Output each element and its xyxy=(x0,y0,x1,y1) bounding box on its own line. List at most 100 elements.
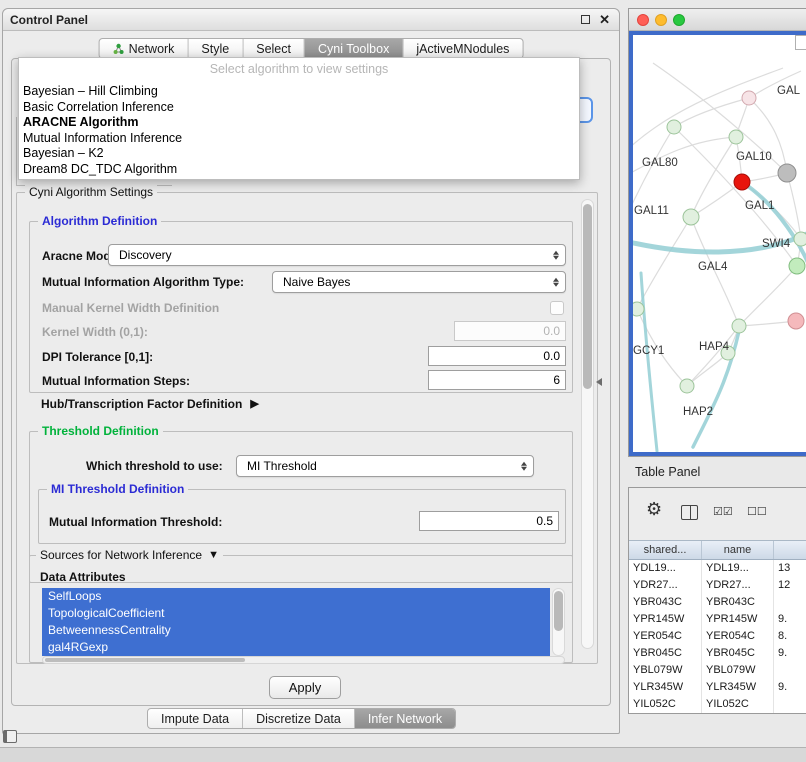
tab-infer-network[interactable]: Infer Network xyxy=(354,709,455,728)
mi-algorithm-type-select[interactable]: Naive Bayes xyxy=(272,271,566,293)
table-cell[interactable]: YDL19... xyxy=(629,560,702,577)
close-icon[interactable]: ✕ xyxy=(599,12,610,28)
tab-network[interactable]: Network xyxy=(100,39,188,58)
attribute-list-scrollbar[interactable] xyxy=(552,588,565,656)
algorithm-option[interactable]: Bayesian – K2 xyxy=(19,146,579,162)
settings-scrollbar[interactable] xyxy=(581,199,594,649)
algorithm-option[interactable]: Dream8 DC_TDC Algorithm xyxy=(19,162,579,178)
columns-icon[interactable] xyxy=(681,505,698,520)
column-header[interactable]: name xyxy=(702,541,774,559)
column-header[interactable] xyxy=(774,541,806,559)
minimize-button[interactable] xyxy=(655,14,667,26)
table-row[interactable]: YER054C YER054C 8. xyxy=(629,628,806,645)
network-node[interactable] xyxy=(683,209,699,225)
table-cell[interactable]: 13 xyxy=(774,560,806,577)
splitter-arrow-icon[interactable] xyxy=(596,378,602,386)
table-row[interactable]: YDL19... YDL19... 13 xyxy=(629,560,806,577)
table-cell[interactable]: 8. xyxy=(774,628,806,645)
table-row[interactable]: YBR045C YBR045C 9. xyxy=(629,645,806,662)
tab-jactivemnodules[interactable]: jActiveMNodules xyxy=(402,39,522,58)
manual-kernel-checkbox[interactable] xyxy=(550,301,564,315)
restore-panel-icon[interactable] xyxy=(3,730,17,743)
table-cell[interactable] xyxy=(774,594,806,611)
network-node[interactable] xyxy=(789,258,805,274)
mi-steps-input[interactable] xyxy=(428,370,566,390)
network-node[interactable] xyxy=(680,379,694,393)
scrollbar-thumb[interactable] xyxy=(45,658,245,662)
mi-threshold-input[interactable] xyxy=(419,511,559,531)
column-header[interactable]: shared... xyxy=(629,541,702,559)
table-cell[interactable]: YER054C xyxy=(702,628,774,645)
scrollbar-thumb[interactable] xyxy=(583,204,592,389)
table-cell[interactable] xyxy=(774,696,806,713)
attribute-item[interactable]: gal4RGexp xyxy=(42,639,550,656)
table-row[interactable]: YLR345W YLR345W 9. xyxy=(629,679,806,696)
table-row[interactable]: YIL052C YIL052C xyxy=(629,696,806,713)
table-cell[interactable]: 9. xyxy=(774,645,806,662)
table-cell[interactable]: 12 xyxy=(774,577,806,594)
table-cell[interactable]: YPR145W xyxy=(702,611,774,628)
algorithm-option[interactable]: Bayesian – Hill Climbing xyxy=(19,84,579,100)
tab-impute-data[interactable]: Impute Data xyxy=(148,709,242,728)
table-cell[interactable]: YBL079W xyxy=(629,662,702,679)
table-cell[interactable]: YDL19... xyxy=(702,560,774,577)
network-node[interactable] xyxy=(732,319,746,333)
algorithm-option[interactable]: Mutual Information Inference xyxy=(19,131,579,147)
tab-style[interactable]: Style xyxy=(187,39,242,58)
network-node[interactable] xyxy=(778,164,796,182)
network-graph[interactable]: GAL80 GAL10 GAL11 GAL1 SWI4 GAL4 GCY1 HA… xyxy=(633,35,806,452)
scrollbar-thumb[interactable] xyxy=(554,591,563,631)
table-cell[interactable]: YDR27... xyxy=(702,577,774,594)
table-cell[interactable]: YDR27... xyxy=(629,577,702,594)
sources-toggle[interactable]: Sources for Network Inference ▼ xyxy=(36,548,223,562)
tab-cyni-toolbox[interactable]: Cyni Toolbox xyxy=(304,39,402,58)
attribute-item[interactable]: TopologicalCoefficient xyxy=(42,605,550,622)
aracne-mode-select[interactable]: Discovery xyxy=(108,244,566,266)
table-cell[interactable]: YBR045C xyxy=(629,645,702,662)
table-row[interactable]: YBR043C YBR043C xyxy=(629,594,806,611)
network-window-titlebar[interactable] xyxy=(629,9,806,31)
table-cell[interactable]: YBR043C xyxy=(629,594,702,611)
table-cell[interactable]: YPR145W xyxy=(629,611,702,628)
tab-discretize-data[interactable]: Discretize Data xyxy=(242,709,354,728)
dpi-tolerance-input[interactable] xyxy=(428,346,566,366)
table-cell[interactable]: YBR045C xyxy=(702,645,774,662)
tab-select[interactable]: Select xyxy=(242,39,304,58)
attribute-list-hscrollbar[interactable] xyxy=(42,656,565,664)
algorithm-option[interactable]: Basic Correlation Inference xyxy=(19,100,579,116)
table-row[interactable]: YDR27... YDR27... 12 xyxy=(629,577,806,594)
table-cell[interactable]: YIL052C xyxy=(702,696,774,713)
control-panel-titlebar[interactable]: Control Panel ✕ xyxy=(3,9,619,31)
table-row[interactable]: YBL079W YBL079W xyxy=(629,662,806,679)
kernel-width-input[interactable] xyxy=(454,321,566,341)
attribute-item[interactable]: BetweennessCentrality xyxy=(42,622,550,639)
network-node[interactable] xyxy=(734,174,750,190)
algorithm-option-selected[interactable]: ARACNE Algorithm xyxy=(19,115,579,131)
table-cell[interactable] xyxy=(774,662,806,679)
hub-definition-toggle[interactable]: Hub/Transcription Factor Definition ▶ xyxy=(41,397,259,411)
table-cell[interactable]: 9. xyxy=(774,611,806,628)
overview-box[interactable] xyxy=(795,35,806,50)
table-cell[interactable]: YLR345W xyxy=(702,679,774,696)
network-node[interactable] xyxy=(633,302,644,316)
gear-icon[interactable]: ⚙ xyxy=(646,499,662,520)
table-cell[interactable]: YLR345W xyxy=(629,679,702,696)
table-cell[interactable]: YIL052C xyxy=(629,696,702,713)
network-node[interactable] xyxy=(742,91,756,105)
float-window-icon[interactable] xyxy=(581,15,590,24)
network-canvas[interactable]: GAL80 GAL10 GAL11 GAL1 SWI4 GAL4 GCY1 HA… xyxy=(629,31,806,456)
clear-selection-icon[interactable]: ☐☐ xyxy=(747,505,767,518)
table-cell[interactable]: 9. xyxy=(774,679,806,696)
network-node[interactable] xyxy=(729,130,743,144)
network-node[interactable] xyxy=(794,232,806,246)
network-node[interactable] xyxy=(788,313,804,329)
attribute-item[interactable]: SelfLoops xyxy=(42,588,550,605)
table-cell[interactable]: YER054C xyxy=(629,628,702,645)
select-all-icon[interactable]: ☑☑ xyxy=(713,505,733,518)
close-button[interactable] xyxy=(637,14,649,26)
network-node[interactable] xyxy=(667,120,681,134)
table-row[interactable]: YPR145W YPR145W 9. xyxy=(629,611,806,628)
table-cell[interactable]: YBR043C xyxy=(702,594,774,611)
zoom-button[interactable] xyxy=(673,14,685,26)
which-threshold-select[interactable]: MI Threshold xyxy=(236,455,534,477)
